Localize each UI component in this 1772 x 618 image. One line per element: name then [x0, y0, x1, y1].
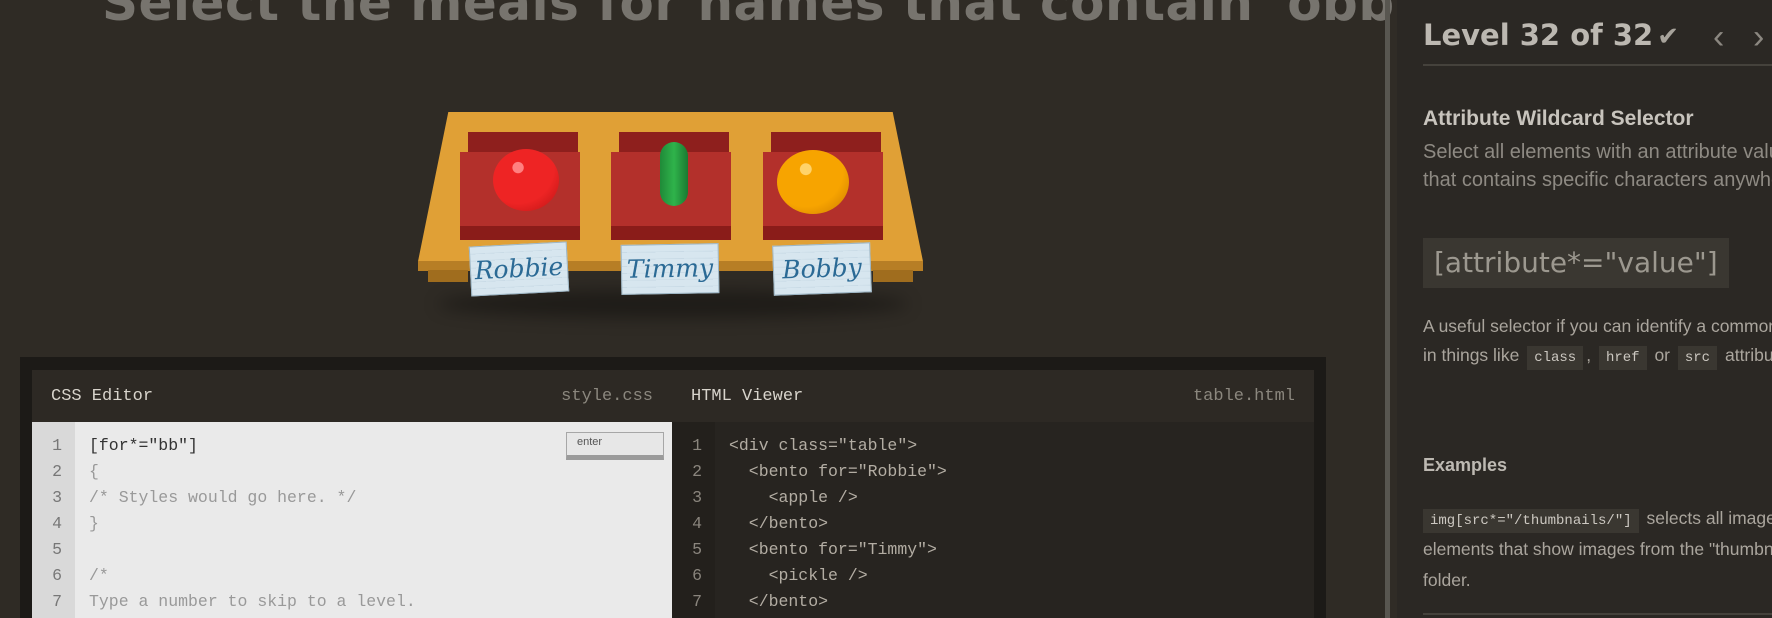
editor-frame: CSS Editor style.css 1 2 3 4 5 6 7 [for*… — [20, 357, 1326, 618]
scrollbar[interactable] — [1385, 0, 1390, 618]
selector-hint: A useful selector if you can identify a … — [1423, 312, 1772, 370]
line-number: 3 — [52, 488, 62, 507]
hint-code: class — [1527, 346, 1584, 370]
hint-code: src — [1677, 346, 1718, 370]
html-code-line[interactable]: <apple /> — [729, 488, 858, 507]
css-editor-header: CSS Editor style.css — [32, 370, 672, 422]
html-code-line[interactable]: <bento for="Robbie"> — [729, 462, 947, 481]
html-viewer-title: HTML Viewer — [691, 387, 804, 406]
selector-title: Select all elements with an attribute va… — [1423, 141, 1772, 191]
html-viewer-header: HTML Viewer table.html — [672, 370, 1314, 422]
chevron-right-icon[interactable]: › — [1753, 18, 1764, 57]
apple-item[interactable] — [493, 149, 559, 211]
html-code-line[interactable]: <bento for="Timmy"> — [729, 540, 937, 559]
line-number: 7 — [52, 592, 62, 611]
css-code-area[interactable]: 1 2 3 4 5 6 7 [for*="bb"] { /* Styles wo… — [32, 422, 672, 618]
hint-text: attributes. — [1724, 345, 1772, 365]
line-number: 7 — [692, 592, 702, 611]
css-input[interactable]: [for*="bb"] — [89, 436, 198, 455]
css-filename: style.css — [561, 387, 653, 406]
line-number: 2 — [692, 462, 702, 481]
game-area: Select the meals for names that contain … — [0, 0, 1410, 618]
html-viewer: HTML Viewer table.html 1 2 3 4 5 6 7 <di… — [672, 370, 1314, 618]
line-number: 1 — [692, 436, 702, 455]
example-code: img[src*="/thumbnails/"] — [1423, 509, 1639, 533]
chevron-left-icon[interactable]: ‹ — [1713, 18, 1724, 57]
level-instruction: Select the meals for names that contain … — [102, 0, 1411, 32]
css-code-line: { — [89, 462, 99, 481]
selector-syntax: [attribute*="value"] — [1423, 238, 1729, 288]
line-number: 6 — [52, 566, 62, 585]
html-code-area: 1 2 3 4 5 6 7 <div class="table"> <bento… — [672, 422, 1314, 618]
examples-heading: Examples — [1423, 455, 1508, 475]
level-title[interactable]: Level 32 of 32 — [1423, 18, 1653, 52]
name-tag: Robbie — [468, 241, 570, 297]
css-code-line: /* Styles would go here. */ — [89, 488, 357, 507]
hint-code: href — [1598, 346, 1647, 370]
line-number: 2 — [52, 462, 62, 481]
check-icon: ✔ — [1657, 21, 1679, 51]
html-code-line[interactable]: <div class="table"> — [729, 436, 917, 455]
table-leg — [428, 270, 468, 282]
table-leg — [873, 270, 913, 282]
css-code-line: /* — [89, 566, 109, 585]
pickle-item[interactable] — [660, 142, 688, 206]
line-number: 5 — [52, 540, 62, 559]
orange-item[interactable] — [777, 150, 849, 214]
hint-separator: , — [1586, 345, 1592, 365]
css-gutter: 1 2 3 4 5 6 7 — [32, 422, 75, 618]
html-gutter: 1 2 3 4 5 6 7 — [672, 422, 715, 618]
line-number: 5 — [692, 540, 702, 559]
example-item: img[src*="/thumbnails/"] selects all ima… — [1423, 503, 1772, 596]
line-number: 4 — [692, 514, 702, 533]
css-editor: CSS Editor style.css 1 2 3 4 5 6 7 [for*… — [32, 370, 672, 618]
html-filename: table.html — [1192, 387, 1295, 406]
html-code-line[interactable]: </bento> — [729, 514, 828, 533]
css-code-line: Type a number to skip to a level. — [89, 592, 416, 611]
divider — [1423, 613, 1772, 615]
sidebar: Level 32 of 32 ✔ ‹ › Attribute Wildcard S… — [1397, 0, 1772, 618]
hint-or: or — [1654, 345, 1670, 365]
line-number: 4 — [52, 514, 62, 533]
html-code-line[interactable]: </bento> — [729, 592, 828, 611]
name-tag: Timmy — [620, 243, 720, 295]
line-number: 6 — [692, 566, 702, 585]
selector-name: Attribute Wildcard Selector — [1423, 107, 1694, 130]
name-tag: Bobby — [772, 242, 872, 296]
html-code-line[interactable]: <pickle /> — [729, 566, 868, 585]
line-number: 3 — [692, 488, 702, 507]
line-number: 1 — [52, 436, 62, 455]
hint-text: A useful selector if you can identify a … — [1423, 316, 1772, 365]
css-code-line: } — [89, 514, 99, 533]
level-header: Level 32 of 32 ✔ ‹ › — [1423, 18, 1772, 66]
enter-button[interactable]: enter — [566, 432, 664, 460]
css-editor-title: CSS Editor — [51, 387, 154, 406]
